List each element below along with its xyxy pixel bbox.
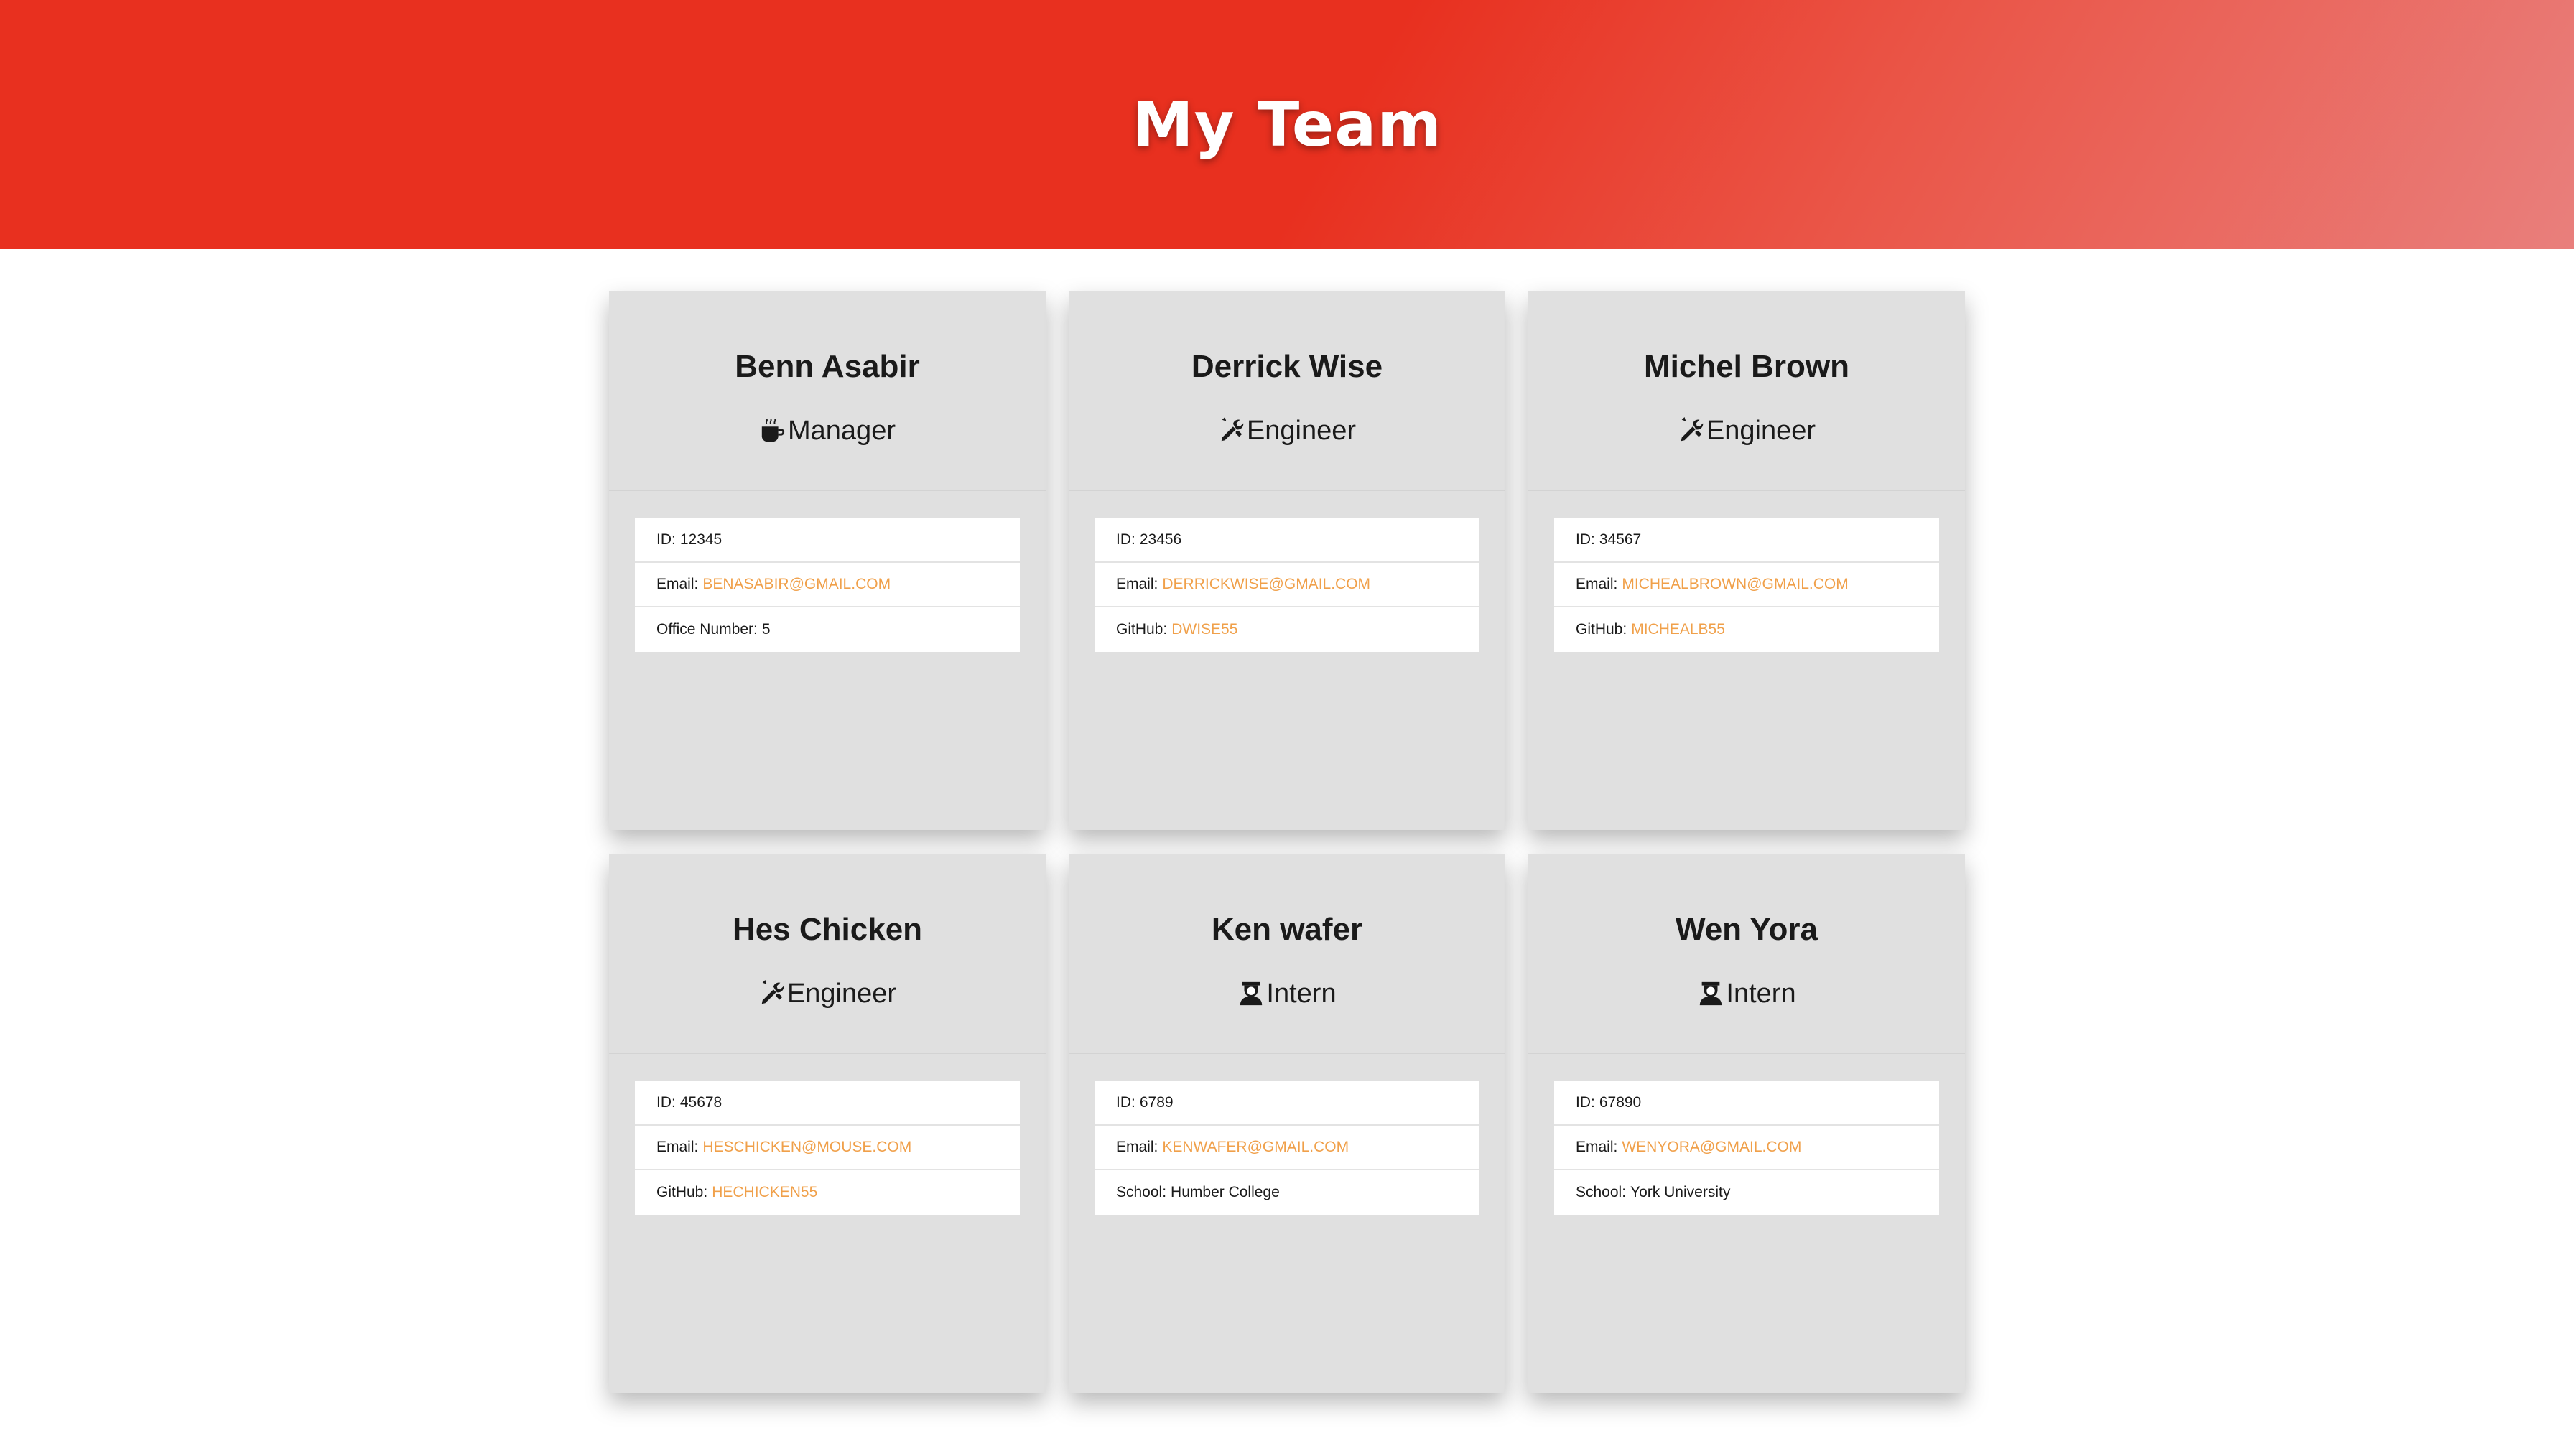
id-row: ID: 34567 (1554, 518, 1939, 563)
employee-card-engineer: Hes Chicken Engineer ID: 45678 Email: he… (609, 854, 1046, 1393)
role-label: Engineer (786, 979, 897, 1009)
email-row: Email: wenyora@gmail.com (1554, 1126, 1939, 1170)
row-label: ID: (1116, 1094, 1135, 1111)
email-row: Email: michealbrown@gmail.com (1554, 563, 1939, 607)
employee-name: Ken wafer (1211, 912, 1363, 947)
office-number-row: Office Number: 5 (635, 607, 1020, 652)
team-grid: Benn Asabir Manager ID: 12345 Email: ben… (609, 291, 1965, 1393)
role-label: Engineer (1246, 416, 1357, 446)
row-label: ID: (1116, 531, 1135, 548)
github-link[interactable]: michealb55 (1631, 621, 1725, 638)
id-row: ID: 23456 (1095, 518, 1479, 563)
github-link[interactable]: hechicken55 (712, 1184, 817, 1201)
row-label: GitHub: (1576, 621, 1627, 638)
email-row: Email: heschicken@mouse.com (635, 1126, 1020, 1170)
email-row: Email: benasabir@gmail.com (635, 563, 1020, 607)
row-label: ID: (1576, 1094, 1595, 1111)
id-row: ID: 6789 (1095, 1081, 1479, 1126)
employee-role: Intern (1069, 978, 1505, 1009)
row-label: School: (1116, 1184, 1167, 1200)
card-header: Derrick Wise Engineer (1069, 291, 1505, 491)
github-row: GitHub: hechicken55 (635, 1170, 1020, 1215)
employee-name: Hes Chicken (732, 912, 923, 947)
info-list: ID: 45678 Email: heschicken@mouse.com Gi… (635, 1081, 1020, 1215)
employee-card-engineer: Derrick Wise Engineer ID: 23456 Email: d… (1069, 291, 1505, 830)
github-link[interactable]: dwise55 (1171, 621, 1237, 638)
employee-name: Benn Asabir (735, 349, 920, 384)
card-header: Michel Brown Engineer (1528, 291, 1965, 491)
row-label: GitHub: (1116, 621, 1168, 638)
row-label: School: (1576, 1184, 1627, 1200)
office-number: 5 (761, 621, 771, 638)
info-list: ID: 34567 Email: michealbrown@gmail.com … (1554, 518, 1939, 652)
page-title: My Team (1132, 88, 1442, 161)
row-label: Email: (1576, 1139, 1618, 1155)
tools-icon (758, 980, 786, 1007)
school-row: School: York University (1554, 1170, 1939, 1215)
employee-id: 67890 (1599, 1094, 1642, 1111)
row-label: ID: (656, 531, 676, 548)
employee-id: 34567 (1599, 531, 1642, 548)
role-label: Intern (1266, 979, 1337, 1009)
email-link[interactable]: michealbrown@gmail.com (1622, 576, 1848, 593)
info-list: ID: 67890 Email: wenyora@gmail.com Schoo… (1554, 1081, 1939, 1215)
graduate-icon (1697, 980, 1724, 1007)
email-link[interactable]: benasabir@gmail.com (702, 576, 891, 593)
row-label: Email: (656, 576, 699, 592)
id-row: ID: 67890 (1554, 1081, 1939, 1126)
employee-id: 6789 (1139, 1094, 1174, 1111)
school-name: Humber College (1171, 1184, 1280, 1200)
tools-icon (1678, 417, 1705, 444)
row-label: Email: (1576, 576, 1618, 592)
employee-card-intern: Ken wafer Intern ID: 6789 Email: kenwafe… (1069, 854, 1505, 1393)
tools-icon (1218, 417, 1245, 444)
info-list: ID: 23456 Email: derrickwise@gmail.com G… (1095, 518, 1479, 652)
id-row: ID: 12345 (635, 518, 1020, 563)
email-link[interactable]: heschicken@mouse.com (702, 1139, 911, 1156)
employee-card-manager: Benn Asabir Manager ID: 12345 Email: ben… (609, 291, 1046, 830)
row-label: ID: (656, 1094, 676, 1111)
employee-id: 45678 (679, 1094, 723, 1111)
role-label: Engineer (1706, 416, 1816, 446)
mug-icon (759, 417, 786, 444)
email-link[interactable]: kenwafer@gmail.com (1162, 1139, 1349, 1156)
employee-role: Manager (609, 415, 1046, 447)
school-row: School: Humber College (1095, 1170, 1479, 1215)
employee-card-intern: Wen Yora Intern ID: 67890 Email: wenyora… (1528, 854, 1965, 1393)
github-row: GitHub: dwise55 (1095, 607, 1479, 652)
graduate-icon (1237, 980, 1265, 1007)
school-name: York University (1630, 1184, 1731, 1200)
email-row: Email: derrickwise@gmail.com (1095, 563, 1479, 607)
card-header: Hes Chicken Engineer (609, 854, 1046, 1054)
card-header: Ken wafer Intern (1069, 854, 1505, 1054)
row-label: Email: (656, 1139, 699, 1155)
role-label: Intern (1726, 979, 1796, 1009)
employee-name: Wen Yora (1675, 912, 1818, 947)
row-label: GitHub: (656, 1184, 708, 1200)
row-label: Email: (1116, 576, 1158, 592)
role-label: Manager (788, 416, 896, 446)
employee-id: 12345 (679, 531, 723, 548)
row-label: ID: (1576, 531, 1595, 548)
card-header: Benn Asabir Manager (609, 291, 1046, 491)
employee-name: Michel Brown (1643, 349, 1850, 384)
email-link[interactable]: derrickwise@gmail.com (1162, 576, 1370, 593)
info-list: ID: 6789 Email: kenwafer@gmail.com Schoo… (1095, 1081, 1479, 1215)
email-row: Email: kenwafer@gmail.com (1095, 1126, 1479, 1170)
employee-role: Engineer (609, 978, 1046, 1009)
employee-name: Derrick Wise (1191, 349, 1383, 384)
info-list: ID: 12345 Email: benasabir@gmail.com Off… (635, 518, 1020, 652)
row-label: Office Number: (656, 621, 758, 638)
github-row: GitHub: michealb55 (1554, 607, 1939, 652)
employee-role: Intern (1528, 978, 1965, 1009)
employee-card-engineer: Michel Brown Engineer ID: 34567 Email: m… (1528, 291, 1965, 830)
card-header: Wen Yora Intern (1528, 854, 1965, 1054)
employee-role: Engineer (1528, 415, 1965, 447)
row-label: Email: (1116, 1139, 1158, 1155)
id-row: ID: 45678 (635, 1081, 1020, 1126)
employee-id: 23456 (1139, 531, 1182, 548)
page-header: My Team (0, 0, 2574, 249)
employee-role: Engineer (1069, 415, 1505, 447)
email-link[interactable]: wenyora@gmail.com (1622, 1139, 1801, 1156)
